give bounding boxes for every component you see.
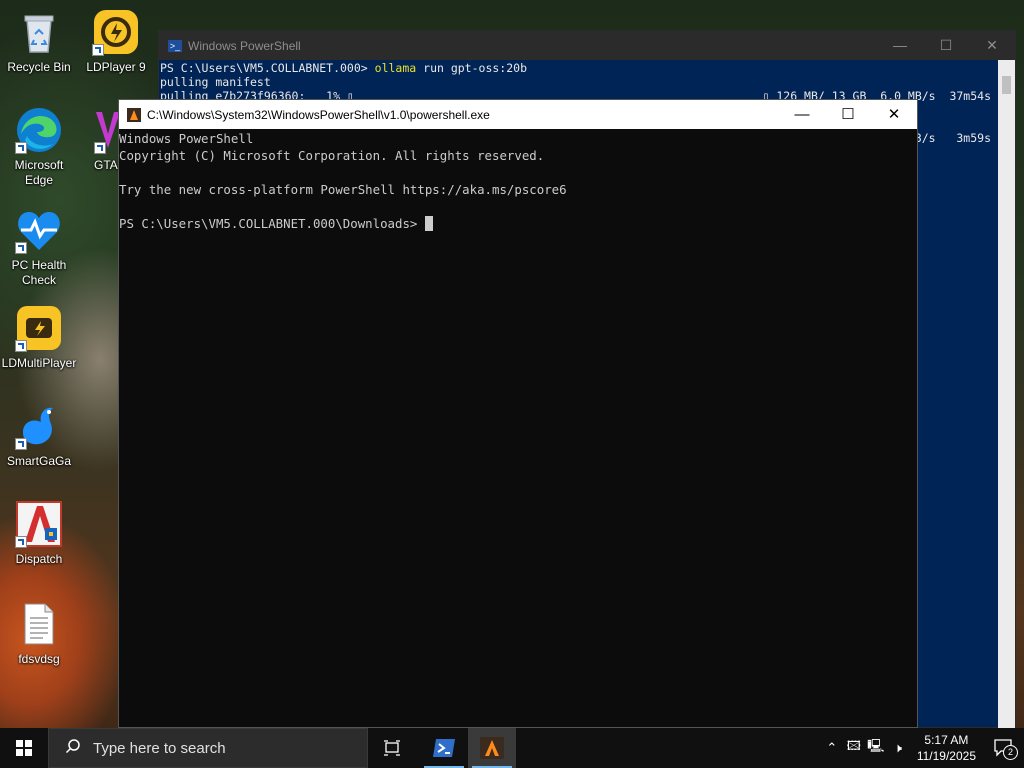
edge-icon	[15, 106, 63, 154]
console-line: Try the new cross-platform PowerShell ht…	[119, 182, 567, 197]
clock-date: 11/19/2025	[916, 749, 976, 763]
taskbar-powershell-exe-button[interactable]	[468, 728, 516, 768]
console-line: pulling manifest	[160, 75, 271, 89]
chevron-up-icon[interactable]: ⌃	[821, 740, 843, 756]
shortcut-arrow-icon	[15, 340, 27, 352]
desktop-icon-label: LDMultiPlayer	[1, 356, 77, 370]
taskbar-clock[interactable]: 5:17 AM 11/19/2025	[909, 732, 984, 764]
shortcut-arrow-icon	[15, 536, 27, 548]
desktop-icon-dispatch[interactable]: Dispatch	[0, 500, 78, 567]
console-args: run gpt-oss:20b	[423, 61, 527, 75]
scrollbar[interactable]	[998, 60, 1015, 728]
taskbar-search-box[interactable]: Type here to search	[48, 728, 368, 768]
console-line: ​	[119, 198, 917, 215]
minimize-button[interactable]: —	[779, 100, 825, 129]
desktop-icon-label: PC Health Check	[11, 258, 67, 287]
smartgaga-icon	[15, 402, 63, 450]
console-prompt: PS C:\Users\VM5.COLLABNET.000\Downloads>	[119, 216, 418, 231]
clock-time: 5:17 AM	[924, 733, 969, 747]
powershell-exe-icon	[127, 107, 141, 122]
window-titlebar[interactable]: >_ Windows PowerShell — ☐ ✕	[159, 31, 1015, 60]
gta-icon	[94, 106, 118, 154]
console-line: PS C:\Users\VM5.COLLABNET.000> ollama ru…	[160, 61, 1015, 75]
desktop-icon-recycle-bin[interactable]: Recycle Bin	[0, 8, 78, 75]
window-title: C:\Windows\System32\WindowsPowerShell\v1…	[147, 107, 490, 122]
console-prompt: PS C:\Users\VM5.COLLABNET.000>	[160, 61, 368, 75]
pc-health-check-icon	[15, 206, 63, 254]
text-file-icon	[15, 600, 63, 648]
desktop-icon-ldmultiplayer[interactable]: LDMultiPlayer	[0, 304, 78, 371]
task-view-button[interactable]	[368, 728, 416, 768]
desktop-icon-label: Recycle Bin	[7, 60, 71, 74]
desktop-icon-smartgaga[interactable]: SmartGaGa	[0, 402, 78, 469]
dispatch-icon	[15, 500, 63, 548]
window-title: Windows PowerShell	[188, 38, 301, 53]
progress-text-right: 3/s 3m59s	[914, 131, 991, 145]
network-icon[interactable]: 🖳	[865, 737, 887, 759]
desktop-icon-label: GTA	[94, 158, 118, 172]
powershell-icon	[433, 739, 455, 757]
console-line: Copyright (C) Microsoft Corporation. All…	[119, 148, 545, 163]
shortcut-arrow-icon	[15, 242, 27, 254]
powershell-icon: >_	[168, 39, 182, 52]
desktop-icon-label: SmartGaGa	[6, 454, 72, 468]
notification-count-badge: 2	[1003, 745, 1018, 760]
desktop-icon-label: fdsvdsg	[18, 652, 60, 666]
console-line: ​	[119, 164, 917, 181]
shortcut-arrow-icon	[92, 44, 104, 56]
maximize-button[interactable]: ☐	[923, 31, 969, 60]
shortcut-arrow-icon	[15, 142, 27, 154]
powershell-window-active[interactable]: C:\Windows\System32\WindowsPowerShell\v1…	[118, 99, 918, 728]
shortcut-arrow-icon	[15, 438, 27, 450]
console-line: Windows PowerShell	[119, 131, 254, 146]
desktop-icon-label: Dispatch	[15, 552, 63, 566]
text-cursor	[425, 216, 434, 231]
system-tray: ⌃ 🖾 🖳 🕨 5:17 AM 11/19/2025 2	[821, 728, 1024, 768]
windows-logo-icon	[16, 740, 32, 756]
start-button[interactable]	[0, 728, 48, 768]
task-view-icon	[384, 740, 400, 756]
volume-muted-icon[interactable]: 🕨	[887, 740, 909, 756]
search-icon	[65, 738, 81, 759]
console-prompt-line[interactable]: PS C:\Users\VM5.COLLABNET.000\Downloads>	[119, 215, 917, 232]
desktop-icon-label: LDPlayer 9	[86, 60, 146, 74]
maximize-button[interactable]: ☐	[825, 100, 871, 129]
desktop-icon-microsoft-edge[interactable]: Microsoft Edge	[0, 106, 78, 188]
powershell-exe-icon	[480, 737, 504, 759]
close-button[interactable]: ✕	[871, 100, 917, 129]
search-placeholder: Type here to search	[93, 739, 226, 757]
console-command: ollama	[374, 61, 417, 75]
desktop-icon-ldplayer[interactable]: LDPlayer 9	[77, 8, 155, 75]
desktop-icon-label: Microsoft Edge	[14, 158, 64, 187]
desktop-icon-fdsvdsg[interactable]: fdsvdsg	[0, 600, 78, 667]
desktop-icon-pc-health-check[interactable]: PC Health Check	[0, 206, 78, 288]
taskbar: Type here to search ⌃ 🖾 🖳 🕨 5:17 AM 11/1…	[0, 728, 1024, 768]
action-center-button[interactable]: 2	[984, 728, 1024, 768]
scrollbar-thumb[interactable]	[1002, 76, 1011, 94]
console-output[interactable]: Windows PowerShell Copyright (C) Microsof…	[119, 129, 917, 232]
window-titlebar[interactable]: C:\Windows\System32\WindowsPowerShell\v1…	[119, 100, 917, 129]
close-button[interactable]: ✕	[969, 31, 1015, 60]
ldmultiplayer-icon	[15, 304, 63, 352]
recycle-bin-icon	[15, 8, 63, 56]
shortcut-arrow-icon	[94, 142, 106, 154]
minimize-button[interactable]: —	[877, 31, 923, 60]
desktop-icon-gta[interactable]: GTA	[77, 106, 118, 173]
network-warning-icon[interactable]: 🖾	[843, 737, 865, 759]
taskbar-powershell-button[interactable]	[420, 728, 468, 768]
ldplayer-icon	[92, 8, 140, 56]
